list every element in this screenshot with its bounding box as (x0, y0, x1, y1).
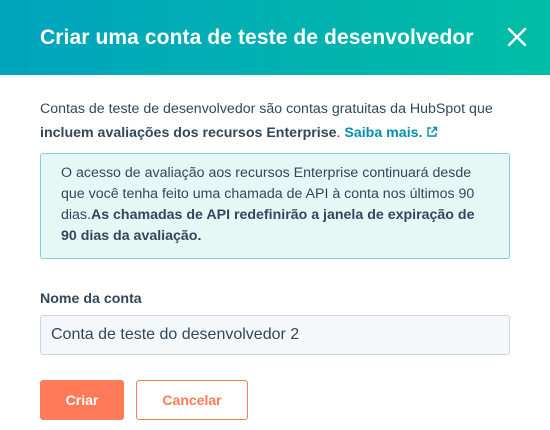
external-link-icon (426, 122, 438, 146)
dialog-title: Criar uma conta de teste de desenvolvedo… (40, 25, 474, 49)
account-name-input[interactable] (40, 315, 510, 355)
create-button[interactable]: Criar (40, 380, 124, 420)
account-name-label: Nome da conta (40, 291, 142, 307)
learn-more-label: Saiba mais. (344, 125, 423, 141)
learn-more-link[interactable]: Saiba mais. (344, 125, 438, 141)
close-icon[interactable] (506, 26, 528, 48)
cancel-button[interactable]: Cancelar (136, 380, 248, 420)
create-test-account-dialog: Criar uma conta de teste de desenvolvedo… (0, 0, 550, 430)
trial-info-alert: O acesso de avaliação aos recursos Enter… (40, 153, 510, 259)
intro-text-bold: incluem avaliações dos recursos Enterpri… (40, 125, 337, 141)
alert-text-bold: As chamadas de API redefinirão a janela … (61, 207, 475, 244)
dialog-actions: Criar Cancelar (40, 380, 510, 420)
intro-text-part1: Contas de teste de desenvolvedor são con… (40, 101, 493, 117)
dialog-body: Contas de teste de desenvolvedor são con… (0, 75, 550, 420)
dialog-header: Criar uma conta de teste de desenvolvedo… (0, 0, 550, 75)
intro-text: Contas de teste de desenvolvedor são con… (40, 97, 510, 146)
